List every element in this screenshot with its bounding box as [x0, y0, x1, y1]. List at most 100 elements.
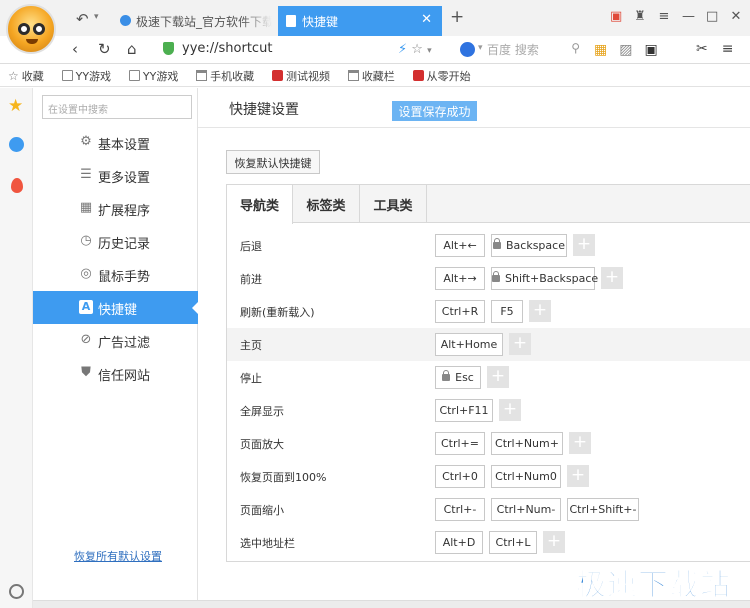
favorite-star-icon[interactable]: ☆: [411, 42, 423, 57]
menu-icon[interactable]: ≡: [658, 9, 670, 24]
sidebar-item-basic[interactable]: ⚙ 基本设置: [33, 126, 198, 159]
page-icon: [61, 70, 73, 81]
bilibili-icon[interactable]: ▣: [644, 42, 657, 58]
bookmark-from-zero[interactable]: 从零开始: [412, 68, 471, 84]
settings-sidebar: 在设置中搜索 ⚙ 基本设置 ☰ 更多设置 ▦ 扩展程序 ◷ 历史记录 ◎ 鼠标手…: [33, 88, 199, 600]
lock-icon: [493, 238, 501, 249]
browser-logo[interactable]: [6, 4, 56, 54]
menu-icon[interactable]: ≡: [722, 41, 734, 57]
image-icon[interactable]: ▨: [619, 42, 632, 58]
sidebar-item-more[interactable]: ☰ 更多设置: [33, 159, 198, 192]
sidebar-item-extensions[interactable]: ▦ 扩展程序: [33, 192, 198, 225]
saved-status-badge: 设置保存成功: [392, 101, 477, 121]
new-tab-button[interactable]: +: [450, 7, 464, 27]
navigation-bar: ‹ ↻ ⌂ yye://shortcut ⚡ ☆ ▾ ▾ 百度 搜索 ⚲ ▦ ▨…: [0, 36, 750, 64]
exit-icon[interactable]: [9, 584, 24, 599]
shortcut-label: 页面缩小: [240, 504, 284, 517]
close-window-icon[interactable]: ✕: [730, 9, 742, 24]
key-slot[interactable]: Ctrl+R: [435, 300, 485, 323]
shortcut-label: 恢复页面到100%: [240, 471, 327, 484]
add-shortcut-button[interactable]: +: [509, 333, 531, 355]
gesture-icon: ◎: [80, 266, 92, 281]
bookmark-test-video[interactable]: 测试视频: [271, 68, 330, 84]
key-slot[interactable]: Ctrl+=: [435, 432, 485, 455]
key-slot-locked: Esc: [435, 366, 481, 389]
search-placeholder[interactable]: 百度 搜索: [487, 41, 539, 58]
key-slot[interactable]: Alt+Home: [435, 333, 503, 356]
tab-title: 快捷键: [302, 15, 339, 29]
settings-search-input[interactable]: 在设置中搜索: [42, 95, 192, 119]
lightning-icon[interactable]: ⚡: [398, 42, 407, 57]
chevron-down-icon[interactable]: ▾: [94, 12, 99, 22]
chevron-down-icon[interactable]: ▾: [427, 46, 432, 56]
key-slot[interactable]: Alt+→: [435, 267, 485, 290]
hot-fire-icon[interactable]: [11, 178, 23, 193]
search-icon[interactable]: ⚲: [571, 41, 580, 55]
undo-icon[interactable]: ↶: [76, 10, 89, 28]
bookmark-yy-game-1[interactable]: YY游戏: [61, 68, 111, 84]
sidebar-item-history[interactable]: ◷ 历史记录: [33, 225, 198, 258]
gift-icon[interactable]: ▣: [610, 9, 622, 24]
tab-shortcut[interactable]: 快捷键 ✕: [278, 6, 442, 36]
key-slot[interactable]: Ctrl+Num-: [491, 498, 561, 521]
sidebar-item-trusted[interactable]: ⛊ 信任网站: [33, 357, 198, 390]
tab-jisu-download[interactable]: 极速下载站_官方软件下载_: [112, 6, 272, 36]
baidu-icon[interactable]: [460, 42, 475, 57]
apps-grid-icon[interactable]: ▦: [594, 42, 607, 58]
add-shortcut-button[interactable]: +: [569, 432, 591, 454]
key-slot[interactable]: Alt+←: [435, 234, 485, 257]
history-clock-icon[interactable]: [9, 137, 24, 152]
list-icon: ☰: [80, 167, 92, 182]
add-shortcut-button[interactable]: +: [601, 267, 623, 289]
clock-icon: ◷: [80, 233, 92, 248]
key-slot[interactable]: Alt+D: [435, 531, 483, 554]
key-slot[interactable]: Ctrl+L: [489, 531, 537, 554]
watermark-logo: 极速下载站: [576, 568, 731, 604]
sidebar-item-gesture[interactable]: ◎ 鼠标手势: [33, 258, 198, 291]
key-slot[interactable]: Ctrl+-: [435, 498, 485, 521]
restore-all-link[interactable]: 恢复所有默认设置: [74, 548, 162, 564]
key-slot[interactable]: Ctrl+F11: [435, 399, 493, 422]
reset-shortcuts-button[interactable]: 恢复默认快捷键: [226, 150, 320, 174]
lock-icon: [442, 370, 451, 381]
chevron-down-icon[interactable]: ▾: [478, 43, 483, 53]
shortcut-tabs: 导航类 标签类 工具类: [227, 185, 750, 224]
tab-tools[interactable]: 工具类: [360, 185, 427, 223]
bookmark-mobile[interactable]: 手机收藏: [196, 68, 254, 84]
close-tab-icon[interactable]: ✕: [421, 12, 432, 27]
favorites-star-icon[interactable]: ★: [8, 96, 23, 116]
shortcut-row-back: 后退 Alt+← Backspace +: [227, 229, 750, 262]
add-shortcut-button[interactable]: +: [499, 399, 521, 421]
maximize-icon[interactable]: □: [706, 9, 718, 24]
tab-tabs[interactable]: 标签类: [293, 185, 360, 223]
add-shortcut-button[interactable]: +: [543, 531, 565, 553]
add-shortcut-button[interactable]: +: [487, 366, 509, 388]
add-shortcut-button[interactable]: +: [567, 465, 589, 487]
shield-icon: ⛊: [81, 365, 91, 380]
add-shortcut-button[interactable]: +: [529, 300, 551, 322]
search-box[interactable]: ▾ 百度 搜索 ⚲: [458, 40, 582, 60]
bookmark-yy-game-2[interactable]: YY游戏: [128, 68, 178, 84]
shortcut-row-zoom-out: 页面缩小 Ctrl+- Ctrl+Num- Ctrl+Shift+-: [227, 493, 750, 526]
add-shortcut-button[interactable]: +: [573, 234, 595, 256]
divider: [198, 127, 750, 128]
key-slot[interactable]: Ctrl+Num0: [491, 465, 561, 488]
sidebar-item-shortcut[interactable]: A 快捷键: [33, 291, 199, 324]
tab-navigation[interactable]: 导航类: [227, 185, 293, 224]
skin-icon[interactable]: ♜: [634, 9, 646, 24]
bookmark-folder[interactable]: 收藏栏: [347, 68, 395, 84]
key-slot[interactable]: Ctrl+Num+: [491, 432, 563, 455]
grid-icon: ▦: [79, 200, 93, 215]
home-icon[interactable]: ⌂: [127, 40, 137, 58]
scissors-icon[interactable]: ✂: [696, 41, 708, 57]
back-icon[interactable]: ‹: [72, 40, 78, 58]
key-slot[interactable]: F5: [491, 300, 523, 323]
minimize-icon[interactable]: —: [682, 9, 695, 24]
key-slot[interactable]: Ctrl+0: [435, 465, 485, 488]
url-text[interactable]: yye://shortcut: [182, 41, 272, 56]
shortcut-row-stop: 停止 Esc +: [227, 361, 750, 394]
bookmark-favorites[interactable]: ☆ 收藏: [8, 68, 44, 84]
sidebar-item-adblock[interactable]: ⊘ 广告过滤: [33, 324, 198, 357]
key-slot[interactable]: Ctrl+Shift+-: [567, 498, 639, 521]
refresh-icon[interactable]: ↻: [98, 40, 111, 58]
